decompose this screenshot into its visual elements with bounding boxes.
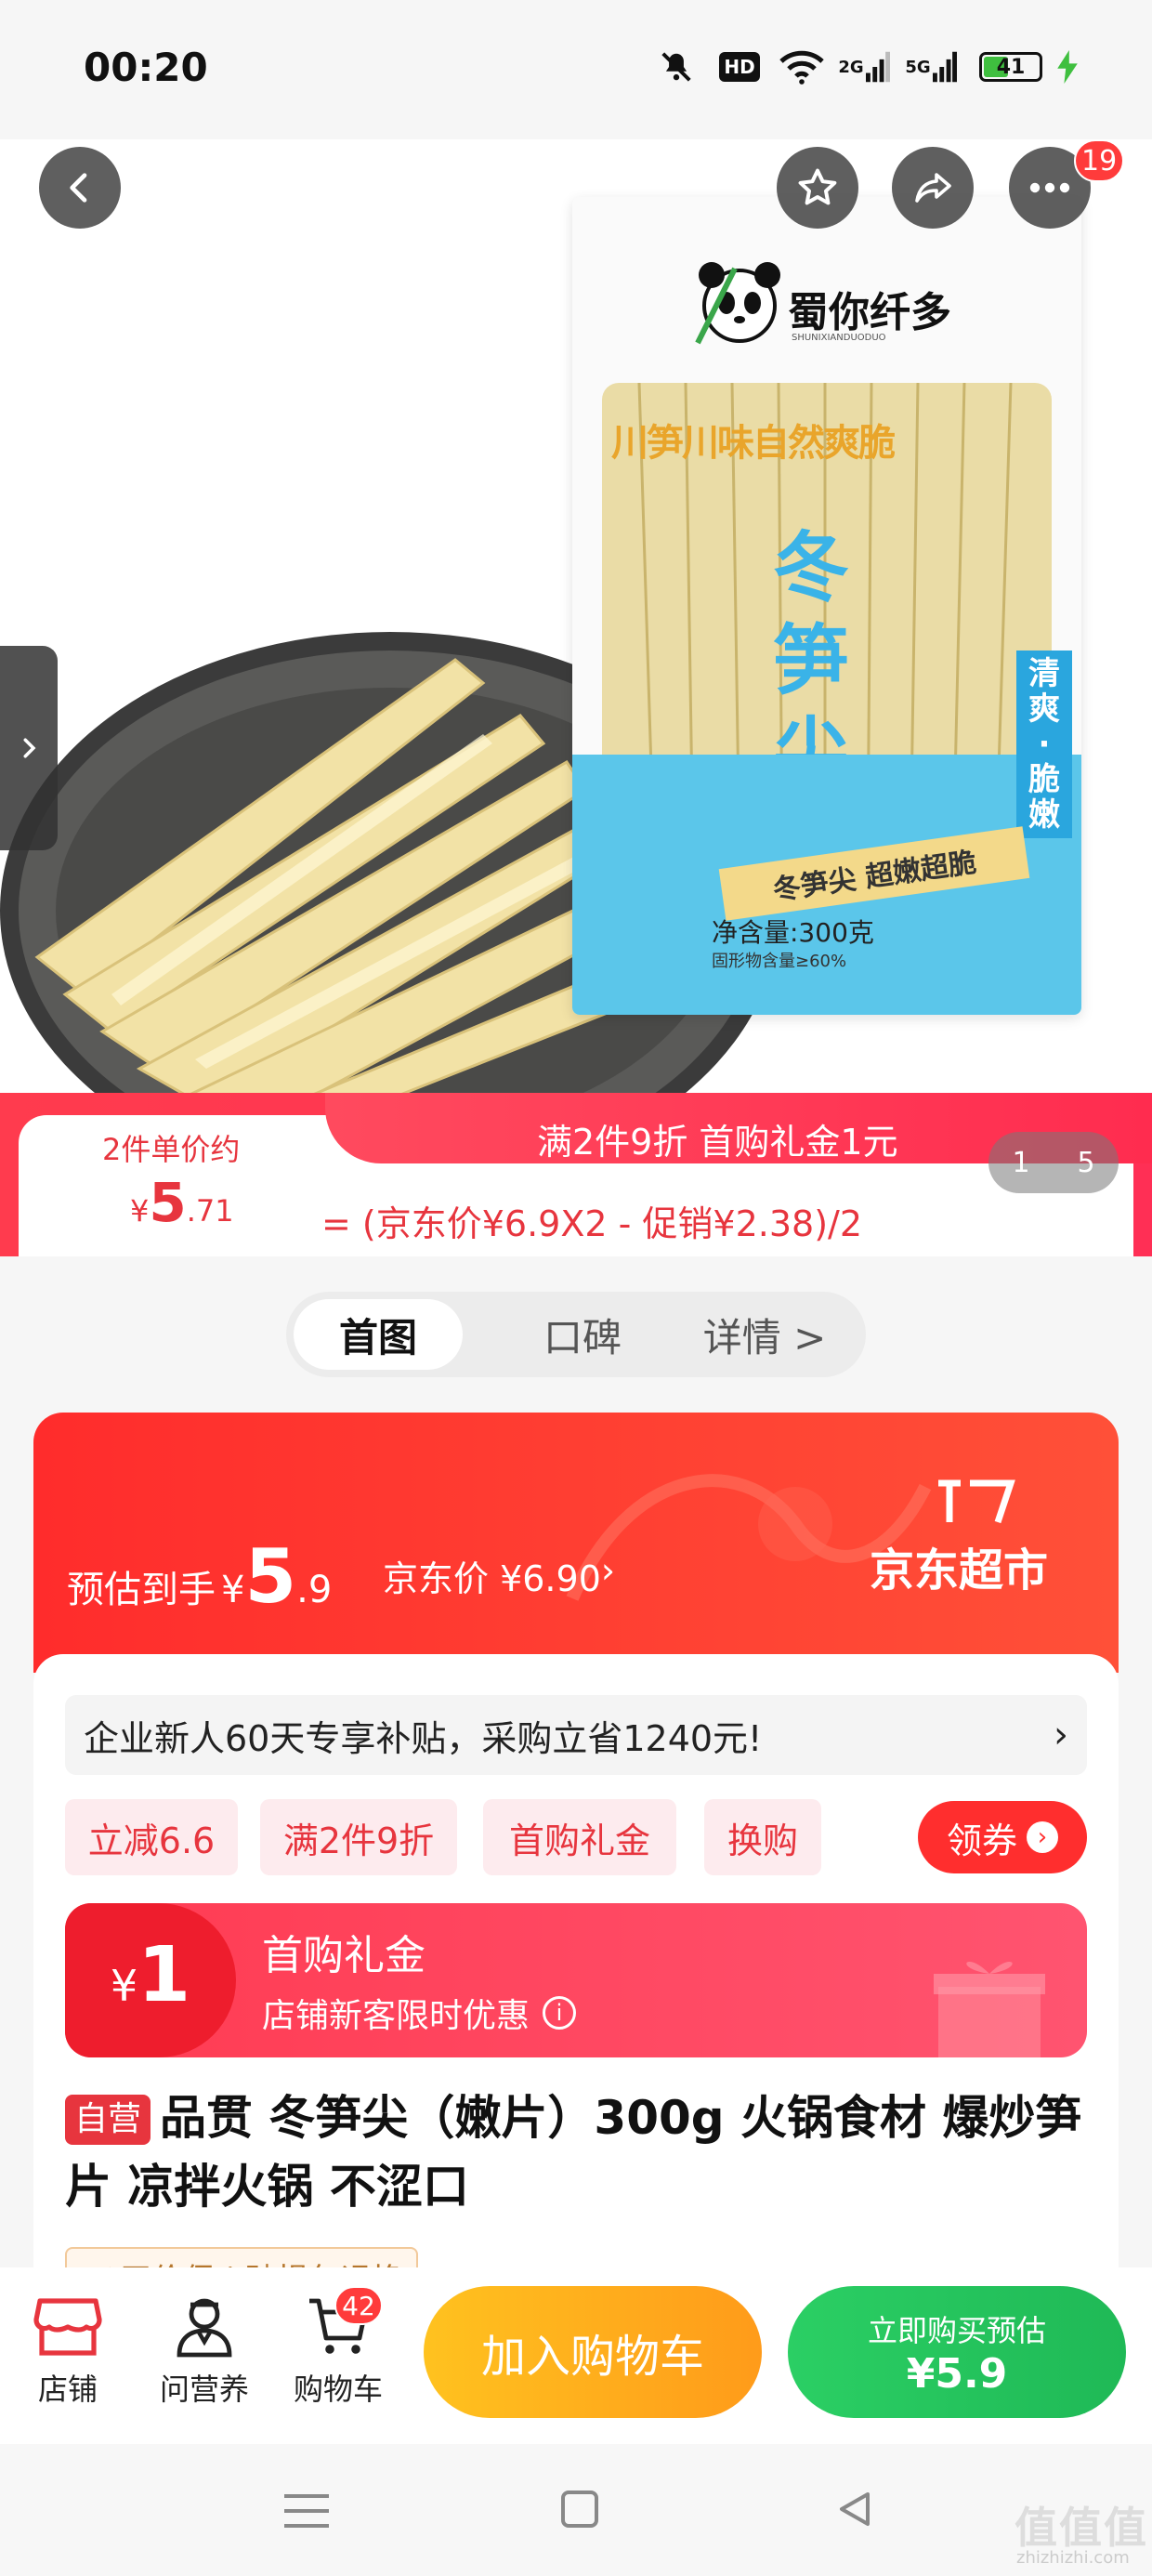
solid-content: 固形物含量≥60% xyxy=(712,952,847,971)
home-button[interactable] xyxy=(557,2487,602,2535)
brand-pinyin: SHUNIXIANDUODUO xyxy=(792,333,886,343)
info-icon[interactable]: i xyxy=(543,1996,577,2030)
signal-2g-icon: 2G xyxy=(836,46,892,87)
self-operated-badge: 自营 xyxy=(65,2095,151,2145)
chevron-right-icon: › xyxy=(1054,1714,1068,1756)
gift-title: 首购礼金 xyxy=(262,1932,425,1979)
recent-apps-button[interactable] xyxy=(281,2491,333,2535)
menu-lines-icon xyxy=(284,2494,329,2528)
more-dots-icon xyxy=(1029,182,1070,193)
favorite-button[interactable] xyxy=(777,147,858,229)
chevron-left-icon xyxy=(70,173,87,203)
unit-price-label: 2件单价约 xyxy=(102,1132,241,1167)
gift-amount: ¥ 1 xyxy=(65,1903,236,2057)
product-image-gallery[interactable]: 蜀你纤多 SHUNIXIANDUODUO 川笋川味自然爽脆 冬 笋 尖 清 爽 … xyxy=(0,139,1152,1097)
bottom-action-bar: 店铺 问营养 购物车 42 加入购物车 立即购买预估 ¥5.9 xyxy=(0,2267,1152,2444)
share-icon xyxy=(915,173,951,203)
star-icon xyxy=(798,168,837,205)
net-content: 净含量:300克 xyxy=(712,917,874,948)
triangle-back-icon xyxy=(840,2492,870,2526)
price-card: 预估到手 ¥ 5 .9 京东价 ¥6.90 › 京东超市 xyxy=(33,1413,1119,1673)
image-pager: 1 5 xyxy=(988,1132,1119,1193)
square-home-icon xyxy=(561,2491,598,2528)
back-button[interactable] xyxy=(39,147,121,229)
chip-multi-buy-discount[interactable]: 满2件9折 xyxy=(260,1799,457,1875)
chip-exchange[interactable]: 换购 xyxy=(704,1799,821,1875)
get-coupon-button[interactable]: 领券 › xyxy=(918,1801,1087,1873)
jd-supermarket-label: 京东超市 xyxy=(870,1544,1049,1597)
package-side-text: 清 爽 · 脆 嫩 xyxy=(1016,651,1072,838)
cart-count-badge: 42 xyxy=(334,2286,383,2325)
shop-button[interactable]: 店铺 xyxy=(19,2293,117,2409)
jd-supermarket-logo-icon xyxy=(933,1474,1015,1530)
chip-first-purchase-gift[interactable]: 首购礼金 xyxy=(483,1799,676,1875)
hd-icon: HD xyxy=(715,46,764,87)
shop-icon xyxy=(33,2298,102,2356)
watermark-logo: 值值值 xyxy=(1015,2503,1148,2553)
status-bar: 00:20 HD 2G 5G 41 xyxy=(0,0,1152,139)
price-formula: = (京东价¥6.9X2 - 促销¥2.38)/2 xyxy=(321,1203,863,1244)
panda-logo-icon xyxy=(693,255,786,348)
cart-button[interactable]: 购物车 42 xyxy=(282,2286,394,2409)
product-package: 蜀你纤多 SHUNIXIANDUODUO 川笋川味自然爽脆 冬 笋 尖 清 爽 … xyxy=(572,197,1081,1015)
system-nav-bar: 值值值 zhizhizhi.com xyxy=(0,2444,1152,2576)
tab-main-image[interactable]: 首图 xyxy=(294,1299,463,1370)
watermark-url: zhizhizhi.com xyxy=(1016,2548,1130,2568)
gift-subtitle: 店铺新客限时优惠 i xyxy=(262,1989,577,2037)
chevron-right-icon xyxy=(23,738,36,758)
tab-details[interactable]: 详情 > xyxy=(676,1299,853,1370)
estimated-price: 预估到手 ¥ 5 .9 xyxy=(67,1533,333,1620)
subsidy-text: 企业新人60天专享补贴，采购立省1240元! xyxy=(84,1717,763,1759)
signal-5g-icon: 5G xyxy=(903,46,959,87)
nutritionist-icon xyxy=(177,2298,232,2358)
side-drawer-handle[interactable] xyxy=(0,646,58,850)
nutrition-consult-button[interactable]: 问营养 xyxy=(149,2293,260,2409)
share-button[interactable] xyxy=(892,147,974,229)
chip-instant-discount[interactable]: 立减6.6 xyxy=(65,1799,238,1875)
add-to-cart-button[interactable]: 加入购物车 xyxy=(424,2286,762,2418)
jd-price-link[interactable]: 京东价 ¥6.90 › xyxy=(383,1550,615,1601)
battery-icon: 41 xyxy=(974,46,1048,87)
notification-badge: 19 xyxy=(1074,139,1125,182)
first-purchase-gift-card[interactable]: ¥ 1 首购礼金 店铺新客限时优惠 i xyxy=(65,1903,1087,2057)
tab-reviews[interactable]: 口碑 xyxy=(513,1299,652,1370)
status-time: 00:20 xyxy=(84,45,208,90)
wifi-icon xyxy=(777,46,827,87)
system-back-button[interactable] xyxy=(832,2487,877,2535)
unit-price: ¥ 5 .71 xyxy=(130,1171,234,1234)
gift-box-icon xyxy=(934,1961,1045,2057)
brand-name: 蜀你纤多 xyxy=(788,289,951,336)
promo-text: 满2件9折 首购礼金1元 xyxy=(537,1122,898,1163)
content-tabs: 首图 口碑 详情 > xyxy=(286,1292,866,1377)
buy-now-button[interactable]: 立即购买预估 ¥5.9 xyxy=(788,2286,1126,2418)
product-title: 自营 品贯 冬笋尖（嫩片）300g 火锅食材 爆炒笋片 凉拌火锅 不涩口 xyxy=(65,2091,1082,2214)
mute-icon xyxy=(656,46,697,87)
promo-strip: 2件单价约 ¥ 5 .71 满2件9折 首购礼金1元 = (京东价¥6.9X2 … xyxy=(0,1093,1152,1256)
arrow-right-circle-icon: › xyxy=(1027,1821,1058,1853)
package-slogan: 川笋川味自然爽脆 xyxy=(611,422,896,465)
enterprise-subsidy-banner[interactable]: 企业新人60天专享补贴，采购立省1240元! › xyxy=(65,1695,1087,1775)
charging-icon xyxy=(1054,46,1081,87)
